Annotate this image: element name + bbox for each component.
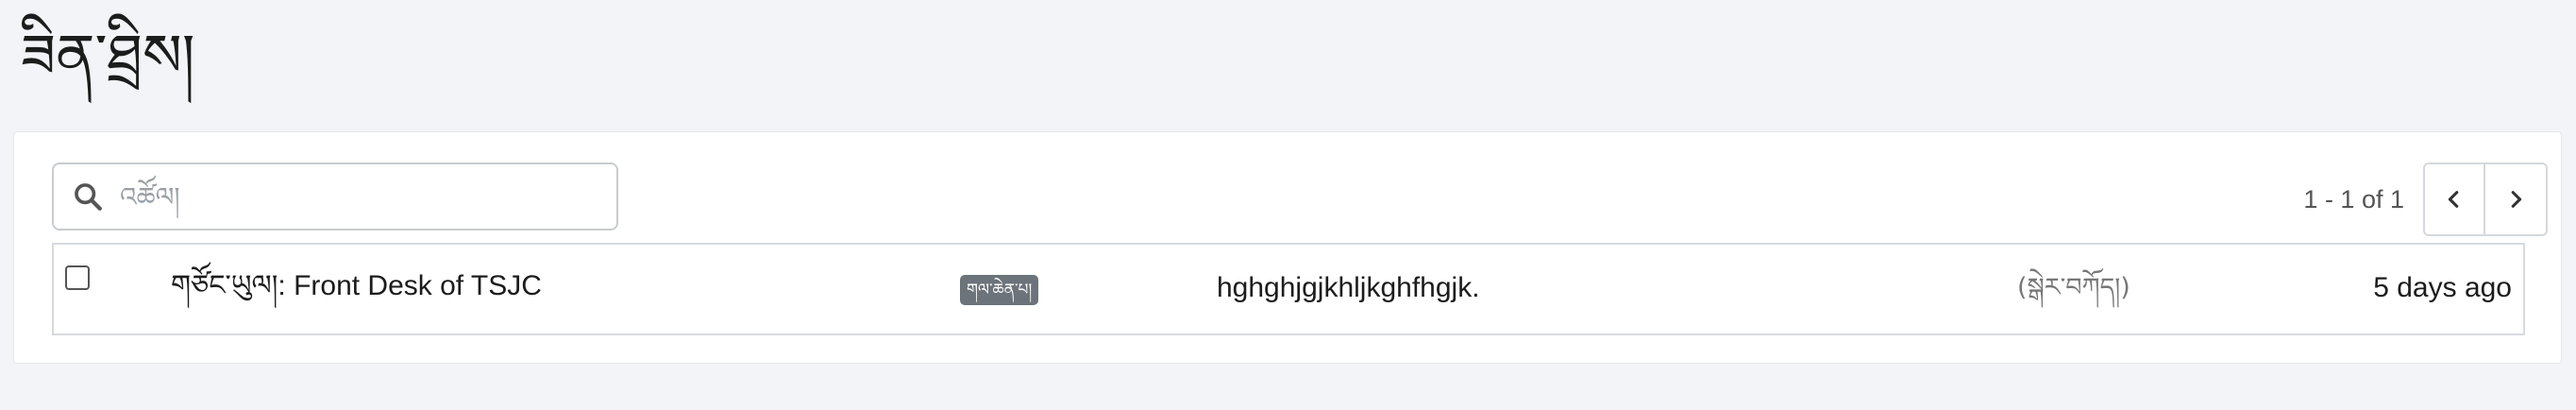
notes-table: གཙོང་ཡུལ།: Front Desk of TSJC གལ་ཆེན་པ། … [52,243,2525,335]
previous-page-button[interactable] [2423,162,2485,236]
row-visibility-status: (སྒེར་བཀོད།) [2017,273,2130,302]
search-icon [69,178,107,215]
table-row[interactable]: གཙོང་ཡུལ།: Front Desk of TSJC གལ་ཆེན་པ། … [54,245,2523,333]
page-title: ཟིན་ཐྲིས། [21,21,195,90]
notes-panel: 1 - 1 of 1 གཙོང་ཡུལ།: Front Desk of TSJC… [13,131,2562,364]
chevron-left-icon [2448,191,2459,208]
pagination-range: 1 - 1 of 1 [2303,184,2404,214]
row-timestamp: 5 days ago [2373,272,2512,303]
row-description: hghghjgjkhljkghfhgjk. [1217,272,1480,303]
search-box[interactable] [52,162,618,231]
next-page-button[interactable] [2485,162,2548,236]
chevron-right-icon [2511,191,2522,208]
search-input[interactable] [120,168,592,225]
pagination: 1 - 1 of 1 [2303,162,2548,236]
row-title[interactable]: གཙོང་ཡུལ།: Front Desk of TSJC [171,267,542,305]
row-checkbox[interactable] [65,265,90,290]
priority-badge: གལ་ཆེན་པ། [960,275,1039,305]
